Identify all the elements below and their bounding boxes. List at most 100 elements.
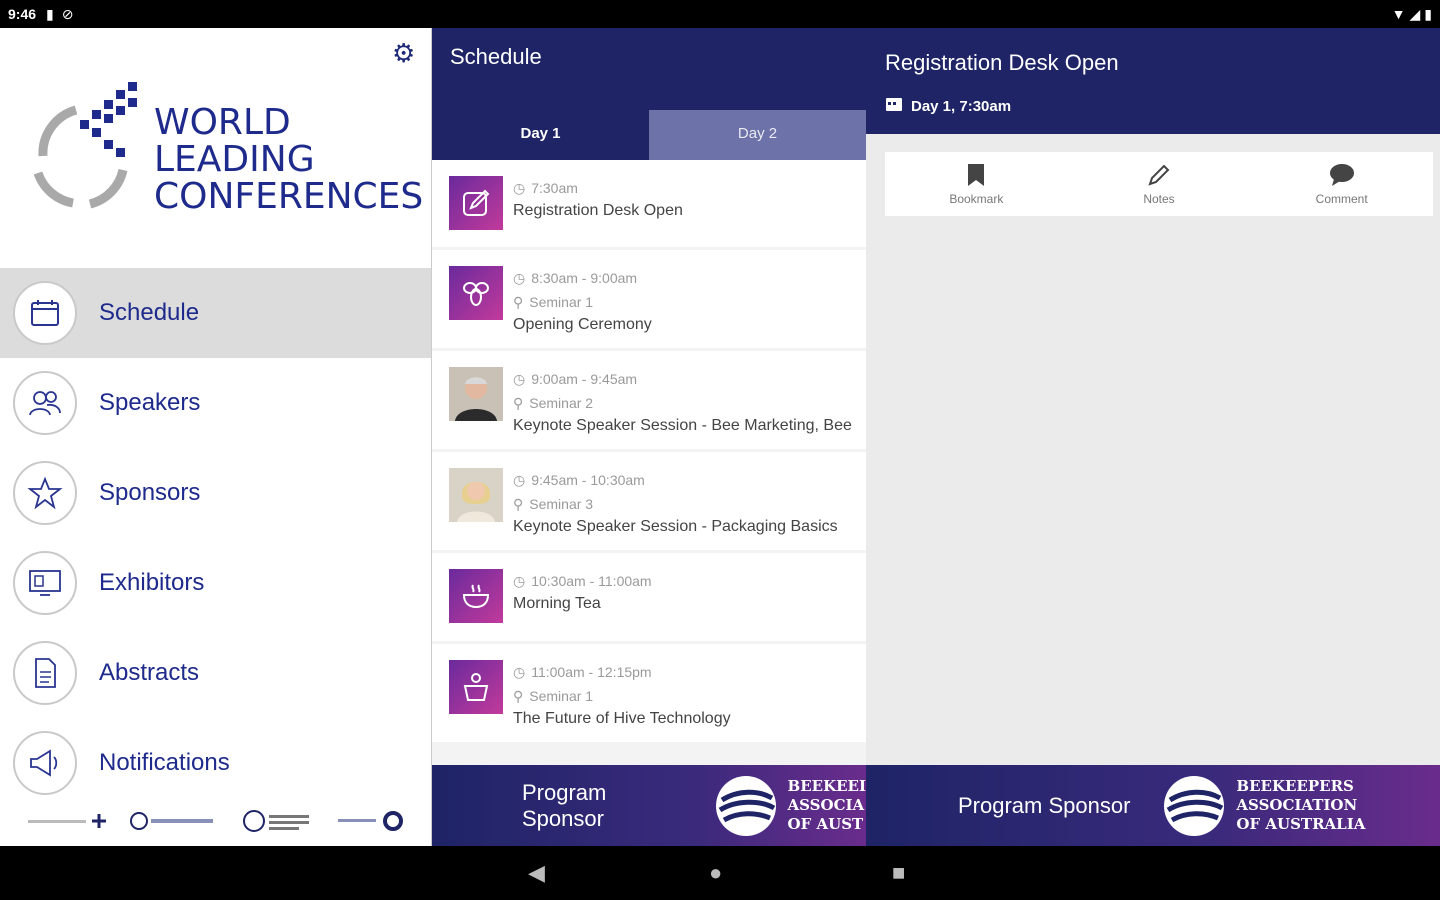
sponsor-name: BEEKEEI ASSOCIA OF AUST (788, 777, 866, 834)
location-text: Seminar 2 (529, 395, 594, 411)
comment-label: Comment (1315, 192, 1368, 206)
clock-icon: ◷ (513, 370, 526, 387)
back-icon[interactable]: ◀ (528, 860, 545, 886)
battery-icon: ▮ (1424, 5, 1432, 22)
program-sponsor-banner[interactable]: Program Sponsor BEEKEEI ASSOCIA OF AUST (432, 765, 866, 846)
time-text: 8:30am - 9:00am (531, 270, 638, 286)
menu-item-speakers[interactable]: Speakers (0, 358, 431, 448)
time-text: 11:00am - 12:15pm (531, 664, 652, 680)
beekeepers-logo: BEEKEEI ASSOCIA OF AUST (714, 774, 866, 838)
document-icon (13, 641, 77, 705)
session-title: Registration Desk Open (885, 50, 1119, 75)
item-time: ◷ 9:00am - 9:45am (513, 367, 852, 391)
item-location: ⚲ Seminar 1 (513, 684, 731, 708)
schedule-item[interactable]: ◷ 11:00am - 12:15pm ⚲ Seminar 1 The Future… (432, 644, 866, 742)
menu-item-sponsors[interactable]: Sponsors (0, 448, 431, 538)
menu-item-notifications[interactable]: Notifications (0, 718, 431, 808)
tab-day-2[interactable]: Day 2 (649, 110, 866, 160)
schedule-item[interactable]: ◷ 8:30am - 9:00am ⚲ Seminar 1 Opening Cere… (432, 250, 866, 348)
globe-icon (1164, 775, 1225, 836)
item-location: ⚲ Seminar 1 (513, 290, 652, 314)
item-location: ⚲ Seminar 3 (513, 492, 838, 516)
recents-icon[interactable]: ■ (892, 860, 905, 886)
settings-gear-icon[interactable]: ⚙ (392, 38, 415, 69)
menu-label: Sponsors (99, 479, 201, 506)
menu-item-exhibitors[interactable]: Exhibitors (0, 538, 431, 628)
schedule-item[interactable]: ◷ 9:45am - 10:30am ⚲ Seminar 3 Keynote Spe… (432, 452, 866, 550)
globe-icon (715, 775, 776, 836)
time-text: 10:30am - 11:00am (531, 573, 652, 589)
people-icon (13, 371, 77, 435)
detail-header: Registration Desk Open Day 1, 7:30am (866, 28, 1440, 134)
session-datetime: Day 1, 7:30am (885, 96, 1011, 116)
sponsor-name-line: OF AUSTRALIA (1236, 815, 1366, 833)
location-text: Seminar 1 (529, 688, 594, 704)
star-icon (13, 461, 77, 525)
time-text: 7:30am (531, 180, 578, 196)
location-pin-icon: ⚲ (513, 495, 524, 512)
navigation-drawer: ⚙ WORLD LEADING CONFERENCES Schedule Spe… (0, 28, 432, 846)
clock-icon: ◷ (513, 179, 526, 196)
item-time: ◷ 9:45am - 10:30am (513, 468, 838, 492)
schedule-item[interactable]: ◷ 10:30am - 11:00am Morning Tea (432, 553, 866, 641)
schedule-list: ◷ 7:30am Registration Desk Open ◷ 8:30am -… (432, 160, 866, 745)
menu-label: Exhibitors (99, 569, 205, 596)
menu-label: Speakers (99, 389, 201, 416)
podium-icon (449, 660, 503, 714)
logo-ring-icon (33, 82, 137, 209)
program-sponsor-banner[interactable]: Program Sponsor BEEKEEPERS ASSOCIATION O… (866, 765, 1440, 846)
notes-label: Notes (1143, 192, 1175, 206)
location-text: Seminar 3 (529, 496, 594, 512)
sd-card-icon: ▮ (46, 5, 54, 22)
calendar-icon (885, 96, 903, 116)
clock-icon: ◷ (513, 572, 526, 589)
schedule-item[interactable]: ◷ 7:30am Registration Desk Open (432, 160, 866, 247)
bookmark-label: Bookmark (949, 192, 1004, 206)
logo-line: CONFERENCES (154, 176, 424, 217)
tab-day-1[interactable]: Day 1 (432, 110, 649, 160)
item-location: ⚲ Seminar 2 (513, 391, 852, 415)
schedule-item[interactable]: ◷ 9:00am - 9:45am ⚲ Seminar 2 Keynote Spea… (432, 351, 866, 449)
speaker-photo (449, 468, 503, 522)
sponsor-name: BEEKEEPERS ASSOCIATION OF AUSTRALIA (1236, 777, 1365, 834)
item-title: Keynote Speaker Session - Bee Marketing,… (513, 417, 852, 434)
day-tabs: Day 1 Day 2 (432, 110, 866, 160)
item-title: Registration Desk Open (513, 202, 683, 219)
conference-logo: WORLD LEADING CONFERENCES (18, 78, 423, 218)
sponsor-name-line: BEEKEEI (787, 777, 866, 795)
item-time: ◷ 7:30am (513, 176, 683, 200)
display-icon (13, 551, 77, 615)
logo-wordmark: WORLD LEADING CONFERENCES (154, 104, 423, 215)
item-title: Opening Ceremony (513, 316, 652, 333)
menu-item-schedule[interactable]: Schedule (0, 268, 431, 358)
menu-label: Schedule (99, 299, 200, 326)
sponsor-name-line: OF AUST (787, 815, 864, 833)
comment-button[interactable]: Comment (1250, 152, 1433, 216)
sponsor-logos-strip (0, 796, 431, 846)
megaphone-icon (13, 731, 77, 795)
time-text: 9:45am - 10:30am (531, 472, 645, 488)
sponsor-logo (336, 810, 406, 832)
bookmark-button[interactable]: Bookmark (885, 152, 1068, 216)
session-detail-panel: Registration Desk Open Day 1, 7:30am Boo… (866, 28, 1440, 846)
speaker-photo (449, 367, 503, 421)
logo-line: LEADING (154, 139, 315, 180)
blocked-icon: ⊘ (61, 5, 74, 22)
logo-line: WORLD (154, 102, 291, 143)
item-title: Morning Tea (513, 595, 601, 612)
wifi-icon: ▼ (1391, 5, 1406, 22)
home-icon[interactable]: ● (709, 860, 722, 886)
location-pin-icon: ⚲ (513, 394, 524, 411)
location-pin-icon: ⚲ (513, 687, 524, 704)
location-pin-icon: ⚲ (513, 293, 524, 310)
menu-label: Notifications (99, 749, 230, 776)
item-time: ◷ 8:30am - 9:00am (513, 266, 652, 290)
notes-button[interactable]: Notes (1068, 152, 1251, 216)
item-title: The Future of Hive Technology (513, 710, 731, 727)
bookmark-icon (968, 164, 985, 186)
item-time: ◷ 10:30am - 11:00am (513, 569, 652, 593)
menu-item-abstracts[interactable]: Abstracts (0, 628, 431, 718)
item-title: Keynote Speaker Session - Packaging Basi… (513, 518, 838, 535)
teacup-icon (449, 569, 503, 623)
status-time: 9:46 (8, 6, 37, 22)
